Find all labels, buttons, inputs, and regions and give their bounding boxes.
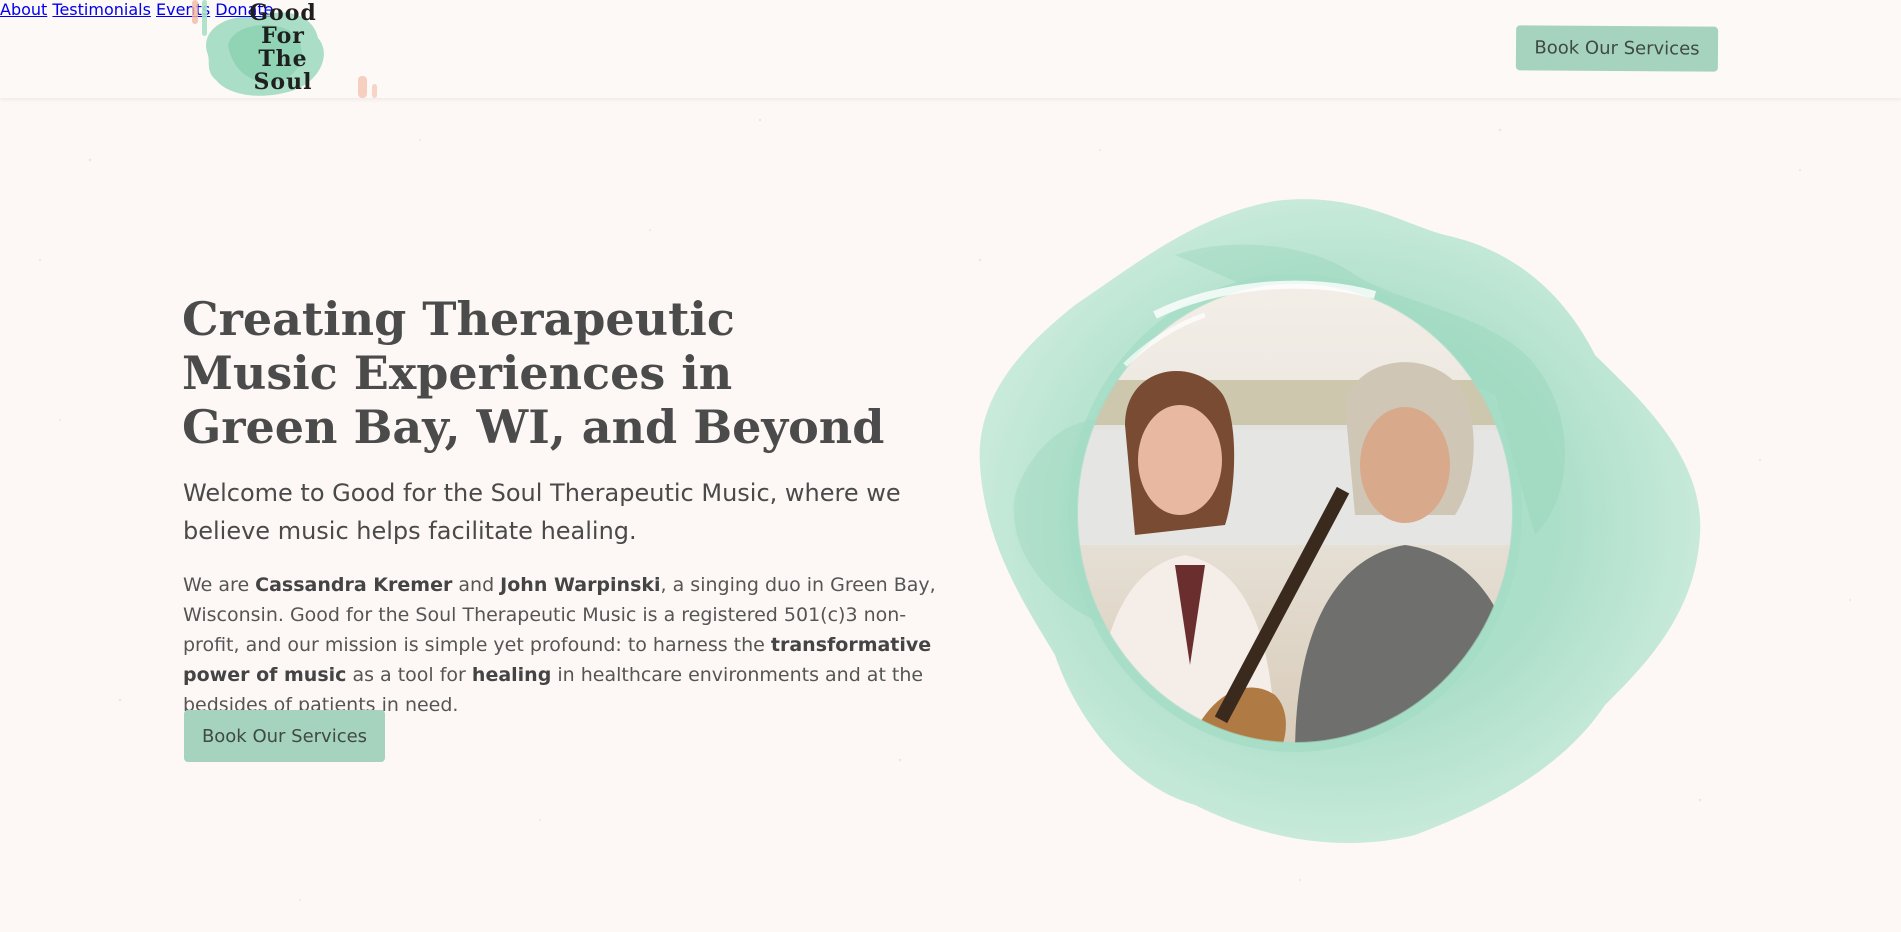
logo-line-good: Good [249, 0, 317, 26]
hero-book-services-button[interactable]: Book Our Services [184, 710, 385, 762]
logo-text: Good For The Soul [188, 2, 378, 94]
hero-body-text: We are [183, 574, 256, 596]
site-header: Good For The Soul About Testimonials Eve… [0, 0, 1901, 98]
hero-body-text: as a tool for [346, 664, 472, 686]
header-book-services-button[interactable]: Book Our Services [1515, 25, 1719, 72]
site-logo[interactable]: Good For The Soul [188, 0, 388, 100]
logo-line-the: The [258, 46, 308, 72]
nav-about-link[interactable]: About [0, 0, 47, 19]
hero-body-emphasis-healing: healing [471, 664, 552, 686]
hero-body-name-john: John Warpinski [500, 574, 661, 596]
hero-title: Creating Therapeutic Music Experiences i… [182, 292, 885, 454]
hero-body-text: and [452, 574, 501, 596]
logo-line-for: For [261, 23, 305, 49]
logo-line-soul: Soul [253, 69, 313, 95]
hero-subtitle: Welcome to Good for the Soul Therapeutic… [183, 479, 901, 545]
hero-description: We are Cassandra Kremer and John Warpins… [183, 570, 943, 720]
nav-testimonials-link[interactable]: Testimonials [52, 0, 151, 19]
hero-body-name-cassandra: Cassandra Kremer [255, 574, 453, 596]
hero-photo [979, 199, 1701, 844]
